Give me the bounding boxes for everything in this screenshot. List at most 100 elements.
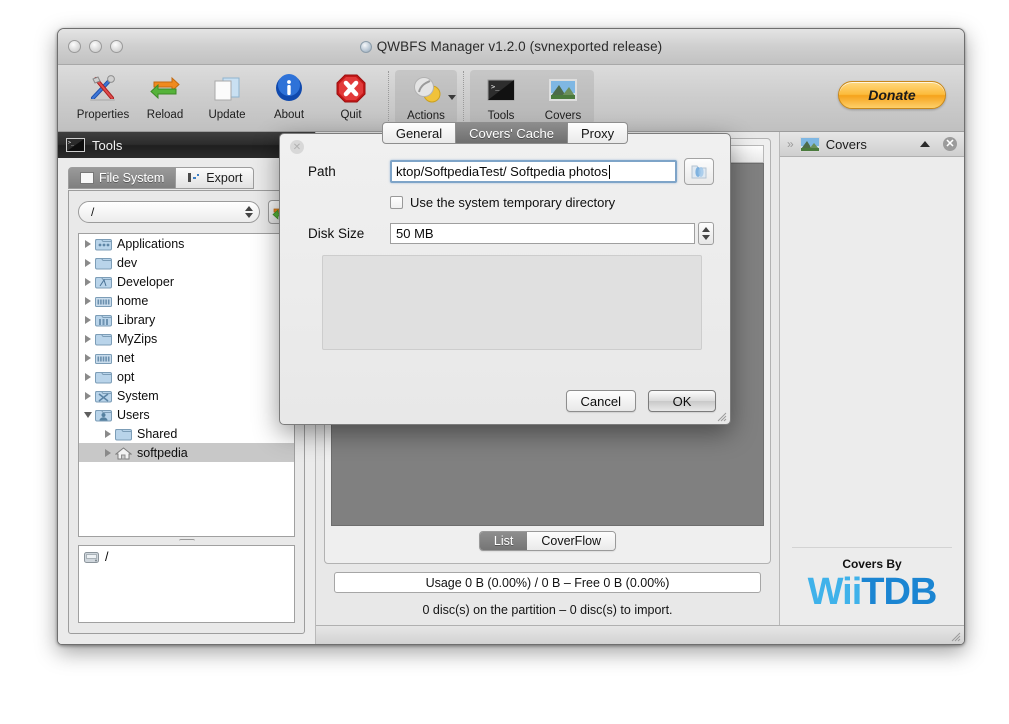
path-input[interactable]: ktop/SoftpediaTest/ Softpedia photos [390,160,677,183]
toolbar-label-about: About [273,109,305,121]
ok-button[interactable]: OK [648,390,716,412]
browse-folder-icon [691,165,707,178]
view-mode-list[interactable]: List [479,532,528,550]
tree-item-label: dev [117,255,138,270]
toolbar-label-reload: Reload [146,109,184,121]
cancel-button[interactable]: Cancel [565,390,636,412]
tree-item-system[interactable]: System [79,386,294,405]
dialog-tab-proxy[interactable]: Proxy [567,122,629,144]
dialog-resize-grip-icon[interactable] [715,410,727,422]
terminal-icon: >_ [66,138,85,152]
path-selector-row: / [78,200,295,224]
folder-users-icon [95,409,112,421]
list-item[interactable]: / [84,550,289,564]
stepper-down-icon[interactable] [702,235,710,240]
tree-item-label: MyZips [117,331,158,346]
resize-grip-icon[interactable] [949,630,961,642]
tree-item-label: opt [117,369,135,384]
toolbar-button-quit[interactable]: Quit [320,69,382,121]
covers-dock-panel: » Covers ✕ Covers By WiiTDB [779,132,964,625]
zoom-window-button[interactable] [110,40,123,53]
triangle-right-icon[interactable] [83,258,92,267]
file-tree[interactable]: Applications dev Developer home Library MyZip… [78,233,295,537]
svg-text:>_: >_ [68,140,75,146]
stepper-up-icon[interactable] [245,206,253,211]
tree-item-users[interactable]: Users [79,405,294,424]
stepper-down-icon[interactable] [245,213,253,218]
view-mode-coverflow[interactable]: CoverFlow [527,532,616,550]
path-combo[interactable]: / [78,201,260,223]
toolbar-label-quit: Quit [340,109,362,121]
triangle-right-icon[interactable] [83,296,92,305]
tree-item-myzips[interactable]: MyZips [79,329,294,348]
tree-item-softpedia[interactable]: softpedia [79,443,294,462]
tree-item-home[interactable]: home [79,291,294,310]
disk-icon [84,551,99,563]
toolbar-button-covers[interactable]: Covers [532,71,594,122]
volume-label: / [105,550,109,564]
tab-export[interactable]: Export [176,167,255,189]
tab-file-system[interactable]: File System [68,167,177,189]
tree-item-net[interactable]: net [79,348,294,367]
path-input-value: ktop/SoftpediaTest/ Softpedia photos [396,164,608,179]
toolbar-button-reload[interactable]: Reload [134,69,196,121]
triangle-right-icon[interactable] [103,429,112,438]
stepper-icon[interactable] [245,206,253,218]
tree-item-opt[interactable]: opt [79,367,294,386]
dialog-tab-covers-cache[interactable]: Covers' Cache [456,122,568,144]
toolbar-button-properties[interactable]: Properties [72,69,134,121]
tools-tabbar: File System Export [68,167,305,189]
tree-item-developer[interactable]: Developer [79,272,294,291]
donate-button[interactable]: Donate [838,81,946,109]
dialog-tab-general[interactable]: General [381,122,457,144]
toolbar-button-tools[interactable]: >_ Tools [470,71,532,122]
tree-item-label: Developer [117,274,174,289]
tree-item-applications[interactable]: Applications [79,234,294,253]
window-title: QWBFS Manager v1.2.0 (svnexported releas… [376,39,663,54]
triangle-right-icon[interactable] [83,372,92,381]
file-system-tab-panel: / Applications dev Developer home Librar… [68,190,305,634]
triangle-right-icon[interactable] [83,334,92,343]
triangle-right-icon[interactable] [83,277,92,286]
window-controls[interactable] [68,40,123,53]
folder-apps-icon [95,238,112,250]
view-mode-segmented: List CoverFlow [478,531,617,551]
toolbar-button-about[interactable]: About [258,69,320,121]
tree-item-label: home [117,293,149,308]
disk-size-stepper[interactable] [698,222,714,245]
home-icon [115,446,132,459]
text-caret [608,164,610,179]
triangle-right-icon[interactable] [83,353,92,362]
minimize-window-button[interactable] [89,40,102,53]
disk-size-input[interactable]: 50 MB [390,223,695,244]
triangle-right-icon[interactable] [103,448,112,457]
tree-item-dev[interactable]: dev [79,253,294,272]
tree-item-library[interactable]: Library [79,310,294,329]
toolbar-button-actions[interactable]: Actions [395,71,457,122]
chevron-down-icon[interactable] [448,95,456,100]
chevron-double-right-icon[interactable]: » [787,137,794,151]
toolbar-button-update[interactable]: Update [196,69,258,121]
temp-dir-checkbox[interactable] [390,196,403,209]
splitter-handle[interactable] [78,537,295,545]
view-mode-row: List CoverFlow [331,526,764,557]
folder-icon [95,333,112,345]
triangle-right-icon[interactable] [83,239,92,248]
toolbar-label-update: Update [208,109,246,121]
wiitdb-logo-wii: Wii [807,571,863,613]
covers-panel-header: » Covers ✕ [780,132,964,157]
triangle-down-icon[interactable] [83,411,92,418]
folder-icon [95,371,112,383]
close-icon[interactable]: ✕ [943,137,957,151]
tree-item-label: net [117,350,135,365]
close-window-button[interactable] [68,40,81,53]
usage-bar: Usage 0 B (0.00%) / 0 B – Free 0 B (0.00… [334,572,761,593]
volume-list[interactable]: / [78,545,295,623]
path-row: Path ktop/SoftpediaTest/ Softpedia photo… [308,158,714,185]
stepper-up-icon[interactable] [702,227,710,232]
tree-item-shared[interactable]: Shared [79,424,294,443]
triangle-right-icon[interactable] [83,391,92,400]
browse-button[interactable] [684,158,714,185]
triangle-right-icon[interactable] [83,315,92,324]
triangle-up-icon[interactable] [920,141,930,147]
